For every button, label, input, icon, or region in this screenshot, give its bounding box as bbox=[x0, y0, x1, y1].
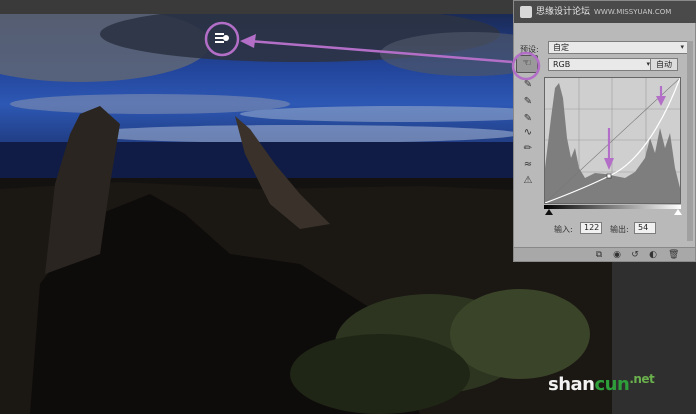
curves-histogram bbox=[544, 77, 681, 204]
panel-scrollbar[interactable] bbox=[687, 41, 693, 241]
input-label: 输入: bbox=[554, 225, 573, 234]
eyedropper-black-icon[interactable]: ✎ bbox=[522, 79, 534, 91]
channel-value: RGB bbox=[553, 60, 571, 69]
watermark-url: WWW.MISSYUAN.COM bbox=[594, 8, 672, 16]
chevron-down-icon: ▾ bbox=[680, 43, 684, 51]
curves-panel[interactable]: 思缘设计论坛 WWW.MISSYUAN.COM 预设: 自定 ▾ RGB ▾ 自动… bbox=[513, 0, 696, 262]
watermark-site: 思缘设计论坛 bbox=[536, 7, 591, 17]
reset-icon[interactable]: ↺ bbox=[630, 250, 640, 260]
visibility-icon[interactable]: ◉ bbox=[612, 250, 622, 260]
pencil-icon[interactable]: ✏ bbox=[522, 143, 534, 155]
auto-button[interactable]: 自动 bbox=[650, 58, 678, 71]
preset-label: 预设: bbox=[520, 45, 539, 54]
white-point-slider[interactable] bbox=[674, 209, 682, 215]
curve-point-icon[interactable]: ∿ bbox=[522, 127, 534, 139]
preset-dropdown[interactable]: 自定 ▾ bbox=[548, 41, 688, 54]
site-logo: shancun.net bbox=[548, 372, 655, 395]
logo-text-b: cun bbox=[594, 374, 630, 395]
black-point-slider[interactable] bbox=[545, 209, 553, 215]
input-field[interactable]: 122 bbox=[580, 222, 602, 234]
watermark: 思缘设计论坛 WWW.MISSYUAN.COM bbox=[536, 8, 671, 17]
target-adjust-icon[interactable]: ☜ bbox=[516, 55, 538, 73]
curves-adjustment-icon bbox=[520, 6, 532, 18]
eyedropper-gray-icon[interactable]: ✎ bbox=[522, 96, 534, 108]
eyedropper-white-icon[interactable]: ✎ bbox=[522, 113, 534, 125]
logo-text-c: .net bbox=[629, 372, 655, 386]
toggle-icon[interactable]: ◐ bbox=[648, 250, 658, 260]
histogram-warning-icon[interactable]: ⚠ bbox=[522, 175, 534, 187]
channel-dropdown[interactable]: RGB ▾ bbox=[548, 58, 654, 71]
trash-icon[interactable]: 🗑 bbox=[668, 250, 679, 260]
output-label: 输出: bbox=[610, 225, 629, 234]
preset-value: 自定 bbox=[553, 43, 569, 52]
panel-title-bar[interactable]: 思缘设计论坛 WWW.MISSYUAN.COM bbox=[514, 1, 696, 23]
clip-layer-icon[interactable]: ⧉ bbox=[594, 250, 604, 260]
gradient-bar bbox=[544, 205, 681, 209]
output-field[interactable]: 54 bbox=[634, 222, 656, 234]
curves-graph[interactable] bbox=[544, 77, 681, 204]
panel-footer: ⧉ ◉ ↺ ◐ 🗑 bbox=[514, 247, 695, 261]
logo-text-a: shan bbox=[548, 374, 595, 395]
smooth-icon[interactable]: ≈ bbox=[522, 159, 534, 171]
